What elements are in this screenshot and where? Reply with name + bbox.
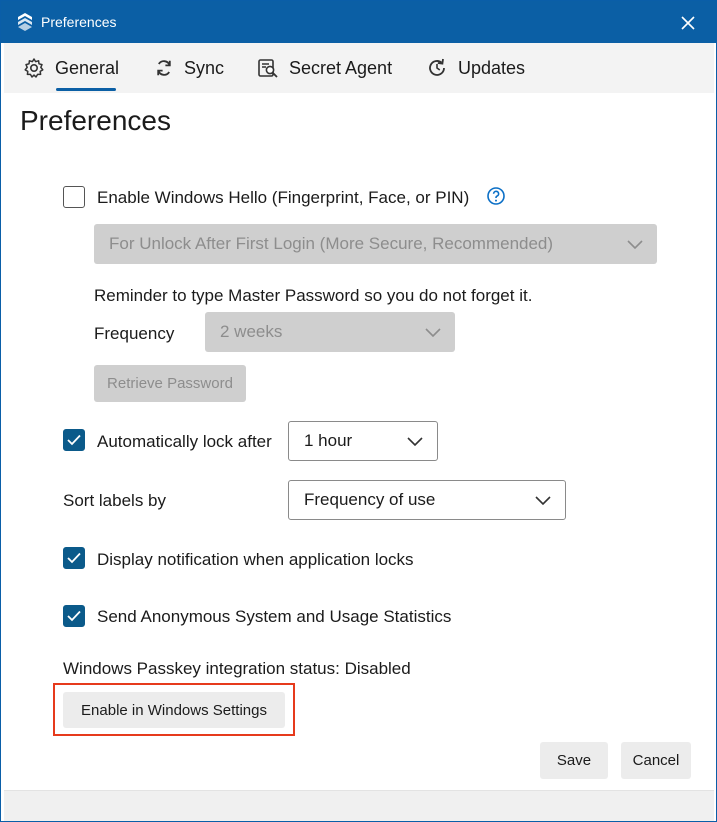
enable-windows-settings-button[interactable]: Enable in Windows Settings <box>63 692 285 728</box>
checkmark-icon <box>67 552 81 564</box>
windows-hello-label: Enable Windows Hello (Fingerprint, Face,… <box>97 188 470 207</box>
auto-lock-label: Automatically lock after <box>97 432 272 451</box>
help-icon[interactable] <box>486 186 506 206</box>
sort-select[interactable]: Frequency of use <box>288 480 566 520</box>
footer-strip <box>4 790 714 821</box>
cancel-button[interactable]: Cancel <box>621 742 691 779</box>
chevron-down-icon <box>627 240 643 249</box>
app-logo-icon <box>18 13 32 31</box>
tab-sync[interactable]: Sync <box>154 43 224 93</box>
chevron-down-icon <box>425 328 441 337</box>
secret-agent-icon <box>258 59 278 78</box>
tab-secret-agent-label: Secret Agent <box>289 57 393 78</box>
title-bar: Preferences <box>1 1 716 43</box>
close-button[interactable] <box>673 9 703 37</box>
tab-general-label: General <box>55 57 120 78</box>
chevron-down-icon <box>535 496 551 505</box>
page-title: Preferences <box>20 105 171 136</box>
windows-hello-checkbox[interactable] <box>63 186 85 208</box>
preferences-window: Preferences General Sync Secret Agent Up… <box>0 0 717 822</box>
retrieve-password-button: Retrieve Password <box>94 365 246 402</box>
statistics-checkbox[interactable] <box>63 605 85 627</box>
windows-hello-mode-value: For Unlock After First Login (More Secur… <box>109 234 554 253</box>
tab-general[interactable]: General <box>23 43 119 93</box>
sync-icon <box>157 60 171 76</box>
close-icon <box>681 16 695 30</box>
tab-bar: General Sync Secret Agent Updates <box>4 43 714 94</box>
sort-value: Frequency of use <box>304 490 436 509</box>
tab-secret-agent[interactable]: Secret Agent <box>257 43 392 93</box>
frequency-value: 2 weeks <box>220 322 283 341</box>
notify-lock-label: Display notification when application lo… <box>97 550 414 569</box>
auto-lock-checkbox[interactable] <box>63 429 85 451</box>
checkmark-icon <box>67 434 81 446</box>
notify-lock-checkbox[interactable] <box>63 547 85 569</box>
frequency-select: 2 weeks <box>205 312 455 352</box>
window-title: Preferences <box>41 14 117 30</box>
auto-lock-value: 1 hour <box>304 431 353 450</box>
general-pane: Preferences Enable Windows Hello (Finger… <box>4 93 714 790</box>
tab-updates[interactable]: Updates <box>426 43 525 93</box>
selected-tab-indicator <box>56 88 116 91</box>
checkmark-icon <box>67 610 81 622</box>
windows-hello-mode-select: For Unlock After First Login (More Secur… <box>94 224 657 264</box>
gear-icon <box>24 58 44 78</box>
tab-sync-label: Sync <box>184 57 225 78</box>
statistics-label: Send Anonymous System and Usage Statisti… <box>97 607 452 626</box>
chevron-down-icon <box>407 437 423 446</box>
auto-lock-select[interactable]: 1 hour <box>288 421 438 461</box>
reminder-text: Reminder to type Master Password so you … <box>94 286 533 305</box>
save-button[interactable]: Save <box>540 742 608 779</box>
passkey-status-text: Windows Passkey integration status: Disa… <box>63 659 411 678</box>
tab-updates-label: Updates <box>458 57 526 78</box>
frequency-label: Frequency <box>94 324 175 343</box>
updates-icon <box>429 58 445 76</box>
sort-label: Sort labels by <box>63 491 166 510</box>
